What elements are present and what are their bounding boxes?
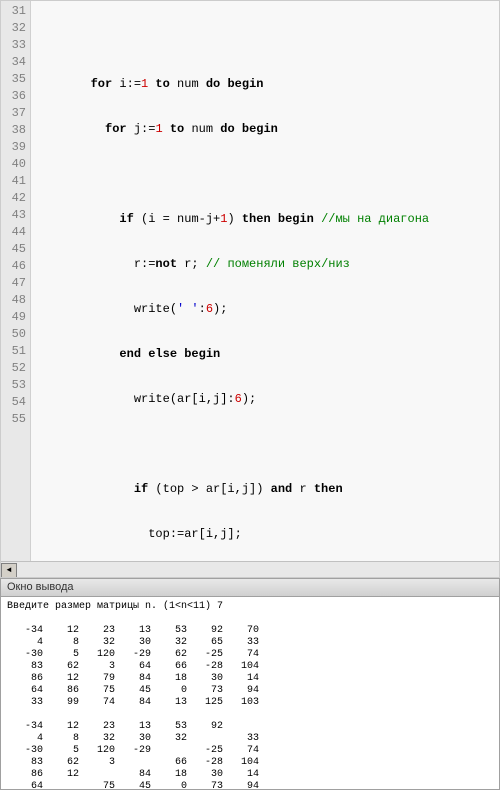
output-panel: Окно вывода Введите размер матрицы n. (1…	[0, 578, 500, 790]
code-editor[interactable]: 31 32 33 34 35 36 37 38 39 40 41 42 43 4…	[0, 0, 500, 578]
line-gutter: 31 32 33 34 35 36 37 38 39 40 41 42 43 4…	[1, 1, 31, 577]
output-text[interactable]: Введите размер матрицы n. (1<n<11) 7 -34…	[1, 597, 499, 789]
horizontal-scrollbar[interactable]: ◄	[1, 561, 499, 577]
scroll-left-icon[interactable]: ◄	[1, 563, 17, 579]
code-text[interactable]: for i:=1 to num do begin for j:=1 to num…	[31, 1, 499, 577]
output-title: Окно вывода	[1, 579, 499, 597]
